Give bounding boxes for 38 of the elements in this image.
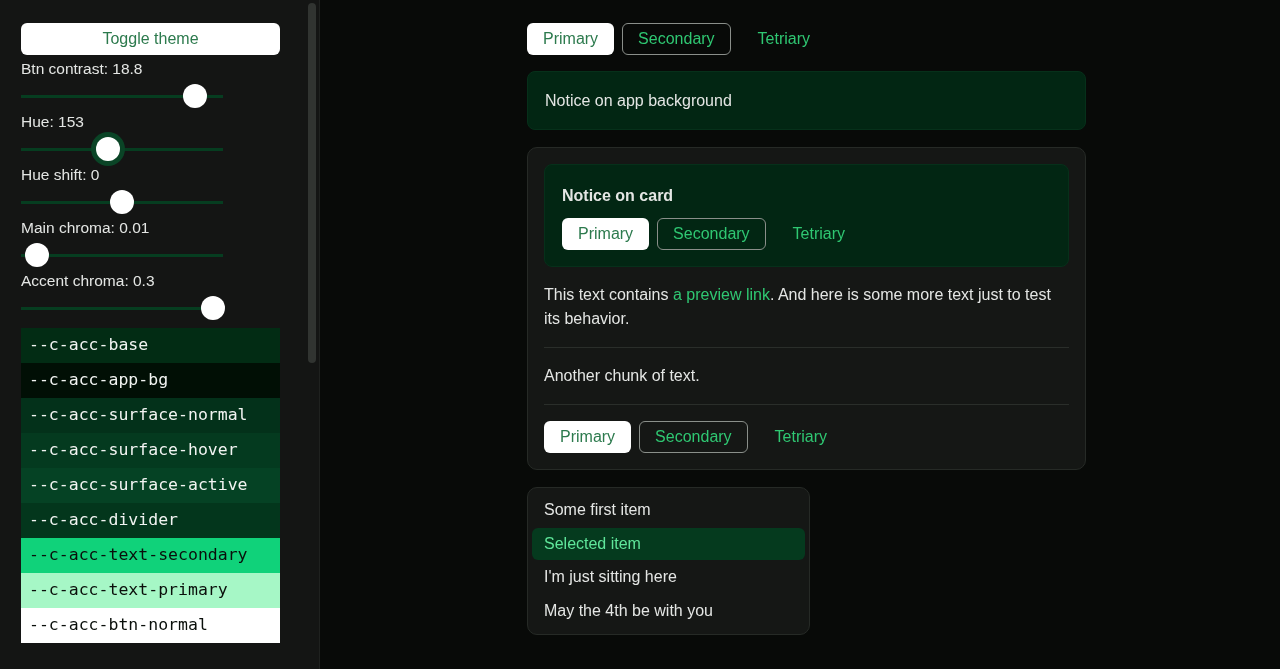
secondary-button[interactable]: Secondary [657, 218, 766, 250]
primary-button[interactable]: Primary [544, 421, 632, 453]
notice-title: Notice on card [562, 186, 675, 206]
slider-thumb[interactable] [182, 84, 207, 108]
color-swatch: --c-acc-btn-normal [21, 608, 280, 643]
color-swatch: --c-acc-surface-hover [21, 433, 280, 468]
paragraph: This text contains a preview link. And here is some more text just to test its behavior. [544, 285, 1052, 329]
slider-label: Btn contrast: 18.8 [21, 59, 144, 79]
slider-thumb[interactable] [110, 190, 134, 214]
color-swatch: --c-acc-text-primary [21, 573, 280, 608]
tertiary-button[interactable]: Tetriary [773, 218, 865, 250]
slider-thumb[interactable] [200, 296, 225, 320]
toggle-theme-button[interactable]: Toggle theme [21, 23, 280, 55]
tertiary-button[interactable]: Tetriary [738, 23, 830, 55]
notice-banner: Notice on app background [527, 71, 1086, 130]
paragraph: Another chunk of text. [544, 366, 701, 386]
scrollbar-thumb[interactable] [308, 3, 316, 363]
menu-item[interactable]: May the 4th be with you [532, 594, 805, 627]
preview-link[interactable]: a preview link [672, 286, 770, 303]
color-swatch: --c-acc-surface-normal [21, 398, 280, 433]
primary-button[interactable]: Primary [562, 218, 650, 250]
secondary-button[interactable]: Secondary [622, 23, 731, 55]
primary-button[interactable]: Primary [527, 23, 615, 55]
slider-label: Main chroma: 0.01 [21, 218, 151, 238]
color-swatch: --c-acc-app-bg [21, 363, 280, 398]
tertiary-button[interactable]: Tetriary [755, 421, 847, 453]
secondary-button[interactable]: Secondary [639, 421, 748, 453]
menu-item[interactable]: Some first item [532, 494, 805, 526]
slider-thumb[interactable] [25, 243, 50, 267]
menu-item[interactable]: I'm just sitting here [532, 561, 805, 593]
color-swatch: --c-acc-surface-active [21, 468, 280, 503]
slider-label: Hue shift: 0 [21, 165, 101, 185]
slider-label: Accent chroma: 0.3 [21, 271, 156, 291]
color-swatch: --c-acc-divider [21, 503, 280, 538]
menu-item[interactable]: Selected item [532, 527, 805, 560]
color-swatch: --c-acc-text-secondary [21, 538, 280, 573]
slider-label: Hue: 153 [21, 112, 85, 132]
color-swatch: --c-acc-base [21, 328, 280, 363]
